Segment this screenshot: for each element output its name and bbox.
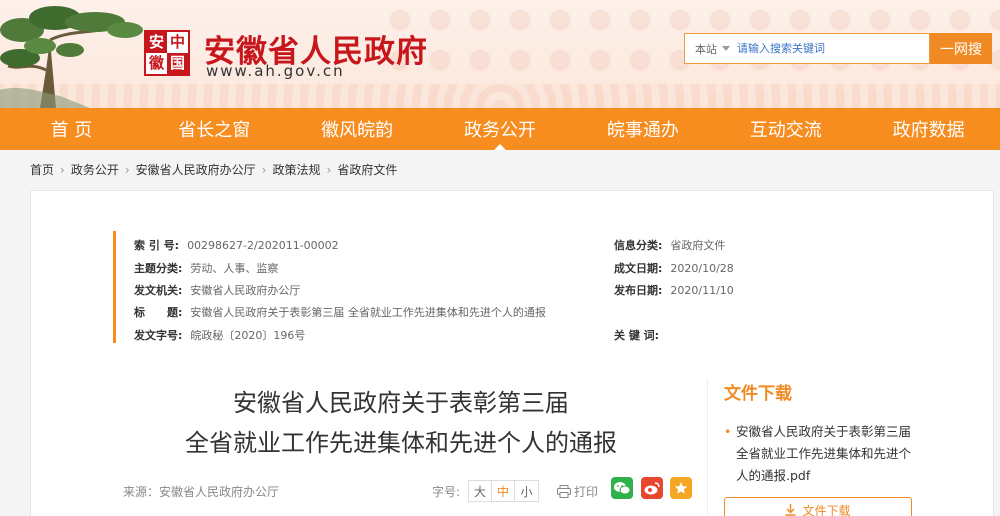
document-metadata: 索 引 号: 00298627-2/202011-00002 信息分类: 省政府文件… bbox=[113, 231, 873, 343]
download-button-label: 文件下载 bbox=[802, 503, 851, 516]
breadcrumb-link[interactable]: 首页 bbox=[30, 161, 54, 178]
meta-value: 安徽省人民政府关于表彰第三届 全省就业工作先进集体和先进个人的通报 bbox=[190, 306, 546, 319]
search-button[interactable]: 一网搜 bbox=[930, 33, 992, 64]
meta-value: 劳动、人事、监察 bbox=[190, 262, 279, 275]
meta-value: 2020/11/10 bbox=[670, 284, 734, 297]
content-panel: 索 引 号: 00298627-2/202011-00002 信息分类: 省政府文件… bbox=[30, 190, 994, 516]
file-download-section: 文件下载 安徽省人民政府关于表彰第三届全省就业工作先进集体和先进个人的通报.pd… bbox=[707, 379, 935, 516]
font-size-label: 字号: bbox=[432, 484, 461, 499]
site-url: www.ah.gov.cn bbox=[206, 62, 345, 80]
meta-label: 信息分类: bbox=[614, 239, 663, 252]
share-qzone-button[interactable] bbox=[670, 477, 692, 499]
printer-icon bbox=[557, 485, 571, 498]
meta-label: 关 键 词: bbox=[614, 329, 660, 342]
meta-label: 主题分类: bbox=[134, 262, 183, 275]
site-header: 安 中 徽 国 安徽省人民政府 www.ah.gov.cn 本站 一网搜 bbox=[0, 0, 1000, 108]
font-size-switcher: 字号: 大 中 小 bbox=[432, 480, 540, 502]
nav-item-services[interactable]: 皖事通办 bbox=[571, 108, 714, 150]
wechat-icon bbox=[614, 482, 630, 495]
nav-item-culture[interactable]: 徽风皖韵 bbox=[286, 108, 429, 150]
main-nav: 首 页 省长之窗 徽风皖韵 政务公开 皖事通办 互动交流 政府数据 bbox=[0, 108, 1000, 150]
header-wave-decoration bbox=[0, 84, 1000, 108]
meta-value: 2020/10/28 bbox=[670, 262, 734, 275]
search-input[interactable] bbox=[737, 42, 917, 55]
meta-label: 成文日期: bbox=[614, 262, 663, 275]
breadcrumb-link[interactable]: 省政府文件 bbox=[337, 161, 397, 178]
nav-item-home[interactable]: 首 页 bbox=[0, 108, 143, 150]
document-title-line: 全省就业工作先进集体和先进个人的通报 bbox=[185, 429, 617, 457]
meta-label: 索 引 号: bbox=[134, 239, 180, 252]
meta-value: 省政府文件 bbox=[670, 239, 726, 252]
meta-value: 00298627-2/202011-00002 bbox=[187, 239, 339, 252]
seal-char: 国 bbox=[167, 53, 188, 74]
nav-item-data[interactable]: 政府数据 bbox=[857, 108, 1000, 150]
meta-label: 发文字号: bbox=[134, 329, 183, 342]
meta-label: 发文机关: bbox=[134, 284, 183, 297]
font-size-medium-button[interactable]: 中 bbox=[492, 481, 516, 501]
breadcrumb: 首页 › 政务公开 › 安徽省人民政府办公厅 › 政策法规 › 省政府文件 bbox=[30, 161, 397, 178]
meta-value: 皖政秘〔2020〕196号 bbox=[190, 329, 306, 342]
search-box: 本站 bbox=[684, 33, 930, 64]
meta-topic: 主题分类: 劳动、人事、监察 bbox=[134, 260, 278, 276]
weibo-icon bbox=[644, 482, 660, 495]
chevron-right-icon: › bbox=[261, 162, 267, 177]
meta-keywords: 关 键 词: bbox=[614, 327, 667, 343]
document-title-line: 安徽省人民政府关于表彰第三届 bbox=[233, 389, 569, 417]
chevron-down-icon bbox=[722, 46, 730, 51]
search-scope-label: 本站 bbox=[695, 42, 717, 56]
download-file-link[interactable]: 安徽省人民政府关于表彰第三届全省就业工作先进集体和先进个人的通报.pdf bbox=[724, 421, 920, 487]
breadcrumb-link[interactable]: 政务公开 bbox=[71, 161, 119, 178]
download-heading: 文件下载 bbox=[724, 384, 792, 404]
meta-index: 索 引 号: 00298627-2/202011-00002 bbox=[134, 237, 339, 253]
document-source: 来源：安徽省人民政府办公厅 bbox=[123, 485, 280, 499]
nav-item-governor[interactable]: 省长之窗 bbox=[143, 108, 286, 150]
breadcrumb-link[interactable]: 政策法规 bbox=[272, 161, 320, 178]
share-weibo-button[interactable] bbox=[641, 477, 663, 499]
emblem-seal: 安 中 徽 国 bbox=[144, 30, 190, 76]
qzone-star-icon bbox=[674, 482, 688, 494]
breadcrumb-link[interactable]: 安徽省人民政府办公厅 bbox=[136, 161, 256, 178]
print-button[interactable]: 打印 bbox=[557, 483, 598, 500]
seal-char: 中 bbox=[169, 33, 185, 51]
meta-title: 标 题: 安徽省人民政府关于表彰第三届 全省就业工作先进集体和先进个人的通报 bbox=[134, 304, 546, 320]
seal-char: 安 bbox=[146, 32, 167, 53]
meta-published-date: 发布日期: 2020/11/10 bbox=[614, 282, 734, 298]
chevron-right-icon: › bbox=[124, 162, 130, 177]
print-label: 打印 bbox=[574, 485, 599, 499]
download-arrow-icon bbox=[785, 504, 796, 516]
meta-value: 安徽省人民政府办公厅 bbox=[190, 284, 301, 297]
meta-category: 信息分类: 省政府文件 bbox=[614, 237, 725, 253]
page: 安 中 徽 国 安徽省人民政府 www.ah.gov.cn 本站 一网搜 首 页… bbox=[0, 0, 1000, 516]
nav-item-government-affairs[interactable]: 政务公开 bbox=[429, 108, 572, 150]
font-size-options: 大 中 小 bbox=[468, 480, 540, 502]
seal-char: 徽 bbox=[148, 54, 164, 72]
meta-written-date: 成文日期: 2020/10/28 bbox=[614, 260, 734, 276]
meta-label: 发布日期: bbox=[614, 284, 663, 297]
chevron-right-icon: › bbox=[60, 162, 65, 177]
download-button[interactable]: 文件下载 bbox=[724, 497, 912, 516]
chevron-right-icon: › bbox=[326, 162, 332, 177]
share-wechat-button[interactable] bbox=[611, 477, 633, 499]
meta-label: 标 题: bbox=[134, 306, 183, 319]
font-size-large-button[interactable]: 大 bbox=[469, 481, 493, 501]
font-size-small-button[interactable]: 小 bbox=[515, 481, 538, 501]
nav-item-interaction[interactable]: 互动交流 bbox=[714, 108, 857, 150]
meta-issuer: 发文机关: 安徽省人民政府办公厅 bbox=[134, 282, 300, 298]
search-scope-select[interactable]: 本站 bbox=[685, 41, 737, 57]
huangshan-pine-logo-icon bbox=[0, 6, 143, 108]
document-title: 安徽省人民政府关于表彰第三届 全省就业工作先进集体和先进个人的通报 bbox=[111, 383, 691, 463]
meta-doc-number: 发文字号: 皖政秘〔2020〕196号 bbox=[134, 327, 305, 343]
